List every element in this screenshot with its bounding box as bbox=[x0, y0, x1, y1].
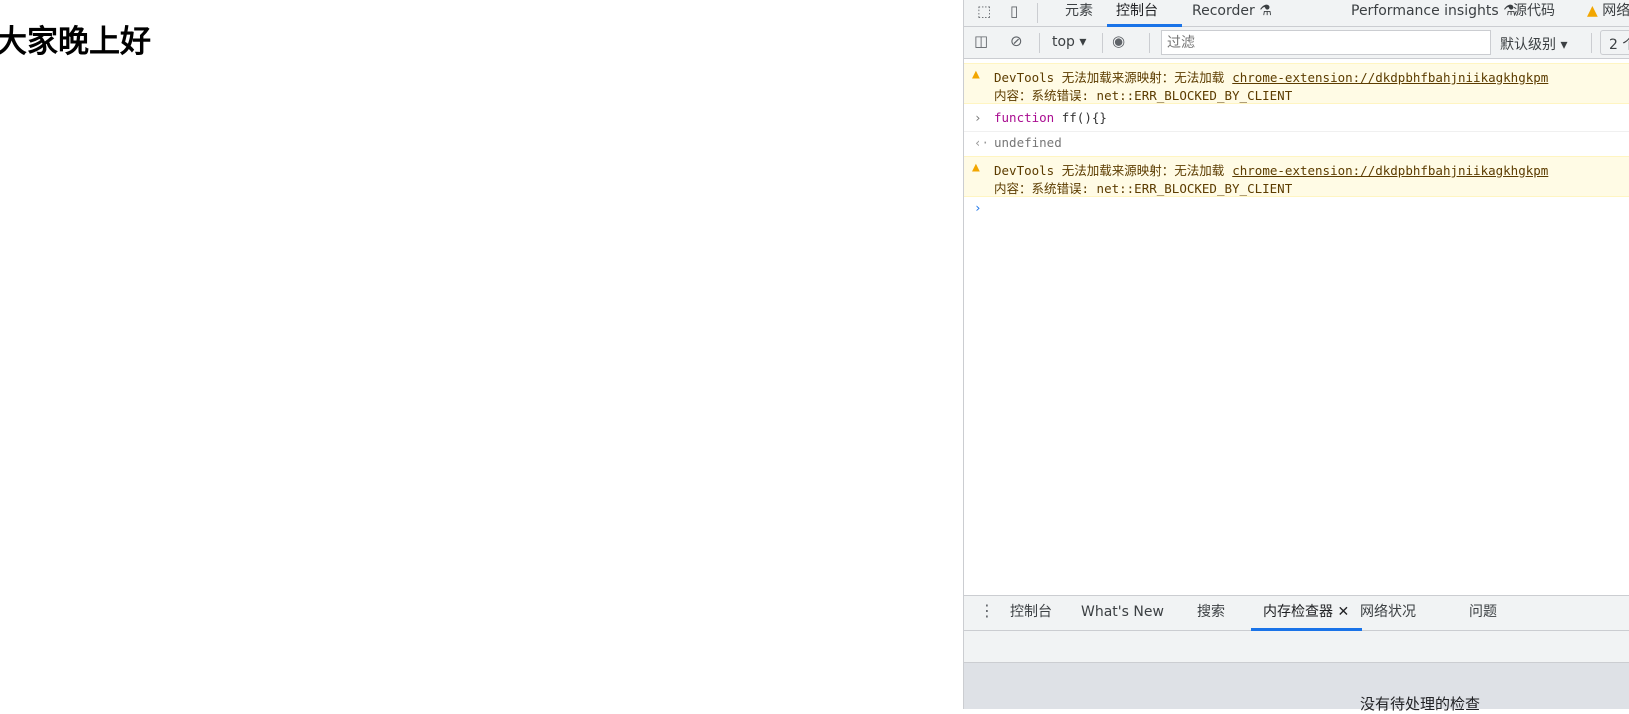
inspect-element-icon[interactable]: ⬚ bbox=[977, 2, 991, 20]
chevron-right-icon: › bbox=[974, 110, 982, 125]
memory-inspector-empty: 没有待处理的检查 bbox=[964, 663, 1629, 713]
eye-icon[interactable]: ◉ bbox=[1112, 32, 1125, 50]
flask-icon: ⚗ bbox=[1259, 3, 1272, 19]
tab-elements[interactable]: 元素 bbox=[1065, 0, 1093, 27]
console-result-line: ‹· undefined bbox=[974, 135, 1062, 150]
devtools-panel: ⬚ ▯ 元素 控制台 Recorder ⚗ Performance insigh… bbox=[963, 0, 1629, 713]
console-input-line: › function ff(){} bbox=[964, 110, 1629, 132]
drawer-toolbar bbox=[964, 631, 1629, 663]
filter-input[interactable] bbox=[1161, 30, 1491, 55]
return-arrow-icon: ‹· bbox=[974, 135, 990, 150]
sidebar-toggle-icon[interactable]: ◫ bbox=[974, 32, 988, 50]
device-toolbar-icon[interactable]: ▯ bbox=[1010, 2, 1018, 20]
tab-recorder[interactable]: Recorder ⚗ bbox=[1192, 0, 1272, 27]
console-warning: ▲ DevTools 无法加载来源映射：无法加载 chrome-extension… bbox=[964, 156, 1629, 197]
more-options-icon[interactable]: ⋮ bbox=[979, 601, 995, 620]
source-link[interactable]: chrome-extension://dkdpbhfbahjniikagkhgk… bbox=[1232, 163, 1548, 178]
tab-sources[interactable]: 源代码 bbox=[1513, 0, 1555, 27]
console-toolbar: ◫ ⊘ top ▾ ◉ 默认级别 ▾ 2 个 bbox=[964, 27, 1629, 59]
close-icon[interactable]: ✕ bbox=[1337, 604, 1349, 620]
console-prompt[interactable]: › bbox=[964, 200, 1629, 500]
page-heading: 大家晚上好 bbox=[0, 24, 151, 60]
drawer-tab-memory-inspector[interactable]: 内存检查器 ✕ bbox=[1251, 596, 1362, 631]
tab-performance-insights[interactable]: Performance insights ⚗ bbox=[1351, 0, 1516, 27]
context-selector[interactable]: top ▾ bbox=[1052, 34, 1086, 50]
devtools-tab-bar: ⬚ ▯ 元素 控制台 Recorder ⚗ Performance insigh… bbox=[964, 0, 1629, 27]
warning-icon: ▲ bbox=[972, 160, 980, 175]
clear-console-icon[interactable]: ⊘ bbox=[1010, 32, 1023, 50]
warning-icon: ▲ bbox=[1587, 3, 1598, 19]
drawer-tab-whats-new[interactable]: What's New bbox=[1081, 596, 1164, 631]
drawer-tab-issues[interactable]: 问题 bbox=[1469, 596, 1497, 631]
log-level-dropdown[interactable]: 默认级别 ▾ bbox=[1500, 34, 1567, 54]
drawer-tab-network-conditions[interactable]: 网络状况 bbox=[1360, 596, 1416, 631]
drawer-tab-console[interactable]: 控制台 bbox=[1010, 596, 1052, 631]
drawer-tab-bar: ⋮ 控制台 What's New 搜索 内存检查器 ✕ 网络状况 问题 bbox=[964, 595, 1629, 631]
issues-counter[interactable]: 2 个 bbox=[1600, 30, 1629, 55]
console-warning: ▲ DevTools 无法加载来源映射：无法加载 chrome-extension… bbox=[964, 63, 1629, 104]
tab-console[interactable]: 控制台 bbox=[1107, 0, 1182, 27]
source-link[interactable]: chrome-extension://dkdpbhfbahjniikagkhgk… bbox=[1232, 70, 1548, 85]
warning-icon: ▲ bbox=[972, 67, 980, 82]
tab-network[interactable]: ▲ 网络 bbox=[1587, 0, 1629, 27]
prompt-chevron-icon: › bbox=[974, 200, 982, 215]
drawer-tab-search[interactable]: 搜索 bbox=[1197, 596, 1225, 631]
web-page: 大家晚上好 bbox=[0, 0, 963, 709]
